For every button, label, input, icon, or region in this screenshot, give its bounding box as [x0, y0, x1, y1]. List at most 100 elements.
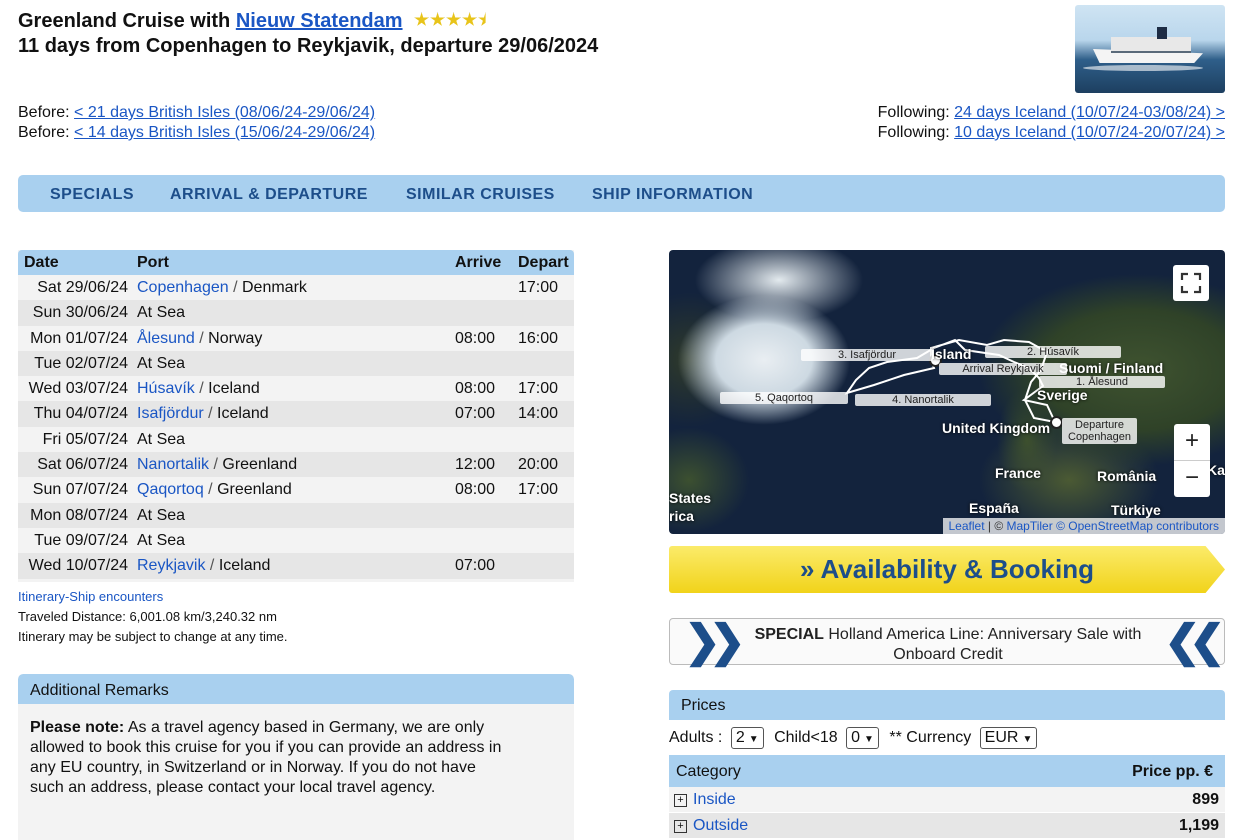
itinerary-row: Tue 02/07/24 At Sea — [18, 350, 574, 377]
cruise-title: Greenland Cruise with Nieuw Statendam — [18, 10, 494, 33]
maptiler-link[interactable]: MapTiler — [1007, 519, 1053, 533]
zoom-in-button[interactable]: + — [1174, 424, 1210, 461]
itinerary-row: Sun 30/06/24 At Sea — [18, 300, 574, 326]
children-value: 0 — [851, 729, 861, 746]
expand-icon[interactable]: + — [674, 820, 687, 833]
before-label: Before: — [18, 104, 70, 121]
row-arrive: 08:00 — [455, 380, 496, 398]
tab-similar-cruises[interactable]: SIMILAR CRUISES — [406, 186, 555, 204]
star-rating — [414, 10, 494, 33]
label-states: States — [669, 490, 712, 506]
port-country: Norway — [208, 329, 263, 347]
currency-select[interactable]: EUR ▼ — [979, 727, 1038, 749]
ship-encounters-link[interactable]: Itinerary-Ship encounters — [18, 589, 163, 604]
itinerary-row: Sun 07/07/24 Qaqortoq / Greenland 08:00 17:… — [18, 477, 574, 502]
children-select[interactable]: 0 ▼ — [846, 727, 879, 749]
map-label-arrival: Arrival Reykjavik — [939, 363, 1067, 375]
port-link[interactable]: Nanortalik — [137, 456, 209, 473]
itinerary-row: Mon 01/07/24 Ålesund / Norway 08:00 16:00 — [18, 326, 574, 351]
row-port: Húsavík / Iceland — [137, 380, 260, 398]
port-link[interactable]: Copenhagen — [137, 279, 229, 296]
double-chevron-icon: » — [800, 554, 815, 584]
attr-sep: | © — [984, 519, 1007, 533]
itinerary-row: Thu 04/07/24 Isafjördur / Iceland 07:00 14:… — [18, 401, 574, 427]
port-link[interactable]: Qaqortoq — [137, 481, 204, 498]
row-date: Mon 01/07/24 — [30, 329, 128, 347]
availability-booking-button[interactable]: » Availability & Booking — [669, 546, 1225, 593]
before-link-1[interactable]: < 21 days British Isles (08/06/24-29/06/… — [74, 104, 375, 121]
category-price: 1,199 — [1178, 817, 1219, 834]
chevron-down-icon: ▼ — [864, 734, 874, 745]
row-depart: 16:00 — [518, 329, 559, 347]
row-date: Sat 29/06/24 — [37, 279, 128, 296]
port-link[interactable]: Isafjördur — [137, 405, 204, 422]
row-port: Isafjördur / Iceland — [137, 405, 269, 423]
label-espana: España — [969, 500, 1019, 516]
tab-arrival-departure[interactable]: ARRIVAL & DEPARTURE — [170, 186, 368, 204]
category-name[interactable]: Inside — [693, 791, 736, 808]
chevron-down-icon: ▼ — [748, 734, 759, 745]
special-offer-banner[interactable]: ❯❯ SPECIAL Holland America Line: Anniver… — [669, 617, 1226, 666]
osm-link[interactable]: © OpenStreetMap contributors — [1056, 519, 1219, 533]
row-depart: 14:00 — [518, 405, 559, 423]
tab-specials[interactable]: SPECIALS — [50, 186, 134, 204]
following-link-2[interactable]: 10 days Iceland (10/07/24-20/07/24) > — [954, 124, 1225, 141]
col-depart: Depart — [518, 254, 569, 271]
port-link[interactable]: Húsavík — [137, 380, 195, 397]
label-france: France — [995, 465, 1041, 481]
row-port: At Sea — [137, 355, 185, 373]
row-date: Wed 03/07/24 — [28, 380, 128, 398]
row-date: Sun 07/07/24 — [32, 481, 128, 499]
row-arrive: 07:00 — [455, 405, 496, 423]
before-row-2: Before: < 14 days British Isles (15/06/2… — [18, 124, 375, 142]
row-date: Sat 06/07/24 — [37, 456, 128, 474]
itinerary-row: Sat 29/06/24 Copenhagen / Denmark 17:00 — [18, 275, 574, 300]
category-name[interactable]: Outside — [693, 817, 748, 834]
zoom-out-button[interactable]: − — [1174, 461, 1210, 497]
map-label-alesund: 1. Ålesund — [1039, 376, 1165, 388]
label-suomi: Suomi / Finland — [1059, 360, 1164, 376]
chevron-left-icon: ❮❮ — [1164, 617, 1226, 666]
tab-ship-information[interactable]: SHIP INFORMATION — [592, 186, 753, 204]
following-row-1: Following: 24 days Iceland (10/07/24-03/… — [878, 104, 1225, 122]
row-date: Mon 08/07/24 — [30, 506, 128, 524]
row-port: Nanortalik / Greenland — [137, 456, 298, 474]
cruise-subtitle: 11 days from Copenhagen to Reykjavik, de… — [18, 35, 599, 57]
label-rica: rica — [669, 508, 694, 524]
star-icon — [446, 12, 461, 26]
leaflet-link[interactable]: Leaflet — [949, 519, 985, 533]
label-romania: România — [1097, 468, 1157, 484]
star-icon — [430, 12, 445, 26]
port-link[interactable]: Ålesund — [137, 330, 195, 347]
booking-label: Availability & Booking — [820, 554, 1094, 584]
price-filters: Adults : 2 ▼ Child<18 0 ▼ ** Currency EUR ▼ — [669, 727, 1043, 749]
port-country: Denmark — [241, 279, 307, 296]
map-label-nanortalik: 4. Nanortalik — [855, 394, 991, 406]
route-map[interactable]: Ísland Suomi / Finland Sverige United Ki… — [669, 250, 1225, 534]
map-label-isafjordur: 3. Isafjördur — [801, 349, 933, 361]
special-label: SPECIAL — [754, 626, 824, 643]
price-label: Price pp. € — [1132, 763, 1213, 780]
expand-icon[interactable]: + — [674, 794, 687, 807]
before-label: Before: — [18, 124, 70, 141]
star-icon — [462, 12, 477, 26]
following-link-1[interactable]: 24 days Iceland (10/07/24-03/08/24) > — [954, 104, 1225, 121]
row-port: At Sea — [137, 532, 185, 550]
prices-title: Prices — [669, 690, 1225, 720]
fullscreen-icon[interactable] — [1173, 265, 1209, 301]
category-row-inside[interactable]: + Inside 899 — [669, 787, 1225, 812]
section-nav: SPECIALS ARRIVAL & DEPARTURE SIMILAR CRU… — [18, 175, 1225, 212]
special-text: SPECIAL Holland America Line: Anniversar… — [735, 625, 1161, 665]
ship-name-link[interactable]: Nieuw Statendam — [236, 10, 403, 32]
port-link[interactable]: Reykjavik — [137, 557, 205, 574]
adults-select[interactable]: 2 ▼ — [730, 727, 764, 749]
chevron-right-icon: ❯❯ — [684, 617, 746, 666]
itinerary-row: Tue 09/07/24 At Sea — [18, 528, 574, 553]
port-country: Greenland — [217, 481, 292, 499]
category-row-outside[interactable]: + Outside 1,199 — [669, 813, 1225, 838]
col-date: Date — [24, 254, 59, 271]
ship-photo[interactable] — [1075, 5, 1225, 93]
itinerary-note: Itinerary may be subject to change at an… — [18, 629, 288, 644]
additional-remarks: Additional Remarks Please note: As a tra… — [18, 674, 574, 840]
before-link-2[interactable]: < 14 days British Isles (15/06/24-29/06/… — [74, 124, 375, 141]
